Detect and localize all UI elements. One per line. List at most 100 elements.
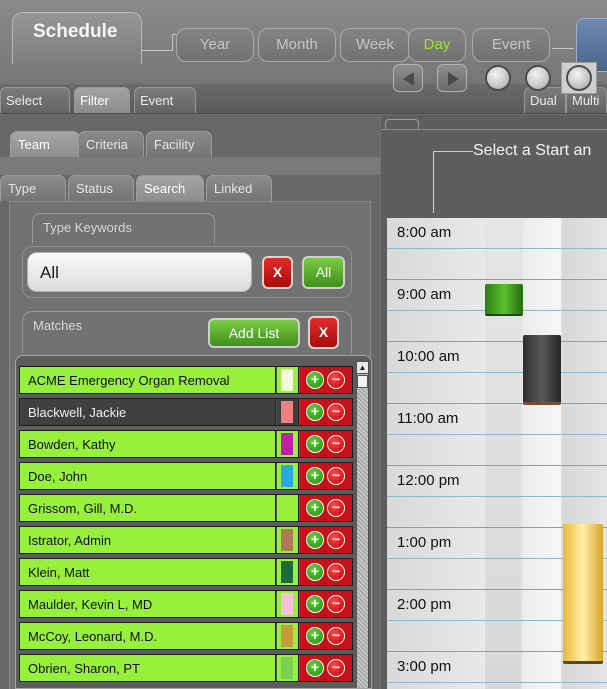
minus-icon[interactable]: −	[327, 595, 345, 613]
match-name[interactable]: Istrator, Admin	[20, 527, 276, 553]
tab-filter[interactable]: Filter	[74, 87, 130, 113]
minus-icon[interactable]: −	[327, 499, 345, 517]
minus-icon[interactable]: −	[327, 467, 345, 485]
minus-icon[interactable]: −	[327, 627, 345, 645]
view-year-tab[interactable]: Year	[176, 28, 254, 62]
tab-select[interactable]: Select	[0, 87, 70, 113]
view-week-tab[interactable]: Week	[340, 28, 410, 62]
view-event-tab[interactable]: Event	[472, 28, 550, 62]
tab-dual[interactable]: Dual	[524, 87, 566, 113]
match-name[interactable]: Doe, John	[20, 463, 276, 489]
match-row[interactable]: ACME Emergency Organ Removal + −	[19, 366, 353, 394]
color-swatch	[281, 369, 293, 391]
grid-line	[387, 248, 607, 249]
minus-icon[interactable]: −	[327, 371, 345, 389]
plus-icon[interactable]: +	[306, 595, 324, 613]
minus-icon[interactable]: −	[327, 403, 345, 421]
schedule-header: Schedule Year Month Week Day Event	[0, 0, 607, 84]
clear-keywords-button[interactable]: X	[262, 256, 293, 289]
page-title: Schedule	[12, 12, 142, 64]
clock-icon[interactable]	[525, 65, 551, 91]
time-label: 1:00 pm	[397, 534, 452, 551]
match-color-cell	[277, 623, 299, 649]
match-row[interactable]: Istrator, Admin + −	[19, 526, 353, 554]
minus-icon[interactable]: −	[327, 659, 345, 677]
plus-icon[interactable]: +	[306, 563, 324, 581]
keywords-label: Type Keywords	[32, 213, 215, 243]
match-actions: + −	[300, 431, 352, 457]
clear-matches-button[interactable]: X	[308, 316, 339, 349]
scroll-up-icon[interactable]: ▲	[357, 362, 368, 374]
keyword-search-input[interactable]: All	[27, 252, 252, 292]
subtab-linked[interactable]: Linked	[206, 175, 272, 201]
prev-day-button[interactable]	[393, 64, 423, 92]
match-name[interactable]: Grissom, Gill, M.D.	[20, 495, 276, 521]
minus-icon[interactable]: −	[327, 435, 345, 453]
match-actions: + −	[300, 591, 352, 617]
match-row[interactable]: Blackwell, Jackie + −	[19, 398, 353, 426]
match-name[interactable]: Bowden, Kathy	[20, 431, 276, 457]
subtab-search[interactable]: Search	[136, 175, 204, 201]
match-color-cell	[277, 655, 299, 681]
matches-scrollbar[interactable]: ▲	[356, 361, 369, 688]
match-color-cell	[277, 399, 299, 425]
match-row[interactable]: McCoy, Leonard, M.D. + −	[19, 622, 353, 650]
plus-icon[interactable]: +	[306, 467, 324, 485]
clock-icon[interactable]	[485, 65, 511, 91]
tab-criteria[interactable]: Criteria	[78, 131, 144, 157]
match-color-cell	[277, 431, 299, 457]
match-color-cell	[277, 591, 299, 617]
plus-icon[interactable]: +	[306, 403, 324, 421]
match-row[interactable]: Maulder, Kevin L, MD + −	[19, 590, 353, 618]
match-name[interactable]: Maulder, Kevin L, MD	[20, 591, 276, 617]
all-button[interactable]: All	[302, 256, 345, 289]
minus-icon[interactable]: −	[327, 563, 345, 581]
subtab-type[interactable]: Type	[0, 175, 66, 201]
color-swatch	[281, 593, 293, 615]
scroll-thumb[interactable]	[357, 375, 368, 388]
plus-icon[interactable]: +	[306, 435, 324, 453]
match-row[interactable]: Klein, Matt + −	[19, 558, 353, 586]
time-label: 8:00 am	[397, 224, 452, 241]
color-swatch	[281, 561, 293, 583]
plus-icon[interactable]: +	[306, 627, 324, 645]
subtab-status[interactable]: Status	[68, 175, 134, 201]
prev-arrow-icon	[403, 72, 414, 86]
tab-facility[interactable]: Facility	[146, 131, 212, 157]
matches-label: Matches	[22, 311, 352, 353]
plus-icon[interactable]: +	[306, 531, 324, 549]
plus-icon[interactable]: +	[306, 499, 324, 517]
tab-event[interactable]: Event	[134, 87, 196, 113]
add-list-button[interactable]: Add List	[208, 318, 300, 348]
match-name[interactable]: Blackwell, Jackie	[20, 399, 276, 425]
calendar-event[interactable]	[485, 284, 523, 316]
match-name[interactable]: Obrien, Sharon, PT	[20, 655, 276, 681]
mode-toolbar: Select Filter Event Dual Multi	[0, 84, 607, 114]
match-row[interactable]: Bowden, Kathy + −	[19, 430, 353, 458]
color-swatch	[281, 497, 293, 519]
time-label: 10:00 am	[397, 348, 460, 365]
view-day-tab[interactable]: Day	[408, 28, 466, 62]
match-row[interactable]: Obrien, Sharon, PT + −	[19, 654, 353, 682]
calendar-event[interactable]	[523, 335, 561, 405]
match-name[interactable]: ACME Emergency Organ Removal	[20, 367, 276, 393]
minus-icon[interactable]: −	[327, 531, 345, 549]
tab-team[interactable]: Team	[10, 131, 80, 157]
match-name[interactable]: McCoy, Leonard, M.D.	[20, 623, 276, 649]
match-color-cell	[277, 367, 299, 393]
color-swatch	[281, 433, 293, 455]
match-actions: + −	[300, 623, 352, 649]
next-day-button[interactable]	[437, 64, 467, 92]
match-actions: + −	[300, 527, 352, 553]
next-arrow-icon	[448, 72, 459, 86]
match-name[interactable]: Klein, Matt	[20, 559, 276, 585]
plus-icon[interactable]: +	[306, 659, 324, 677]
view-month-tab[interactable]: Month	[258, 28, 336, 62]
resource-column	[523, 218, 561, 689]
match-row[interactable]: Grissom, Gill, M.D. + −	[19, 494, 353, 522]
color-swatch	[281, 657, 293, 679]
clock-icon[interactable]	[566, 65, 592, 91]
plus-icon[interactable]: +	[306, 371, 324, 389]
calendar-event[interactable]	[563, 524, 603, 664]
match-row[interactable]: Doe, John + −	[19, 462, 353, 490]
